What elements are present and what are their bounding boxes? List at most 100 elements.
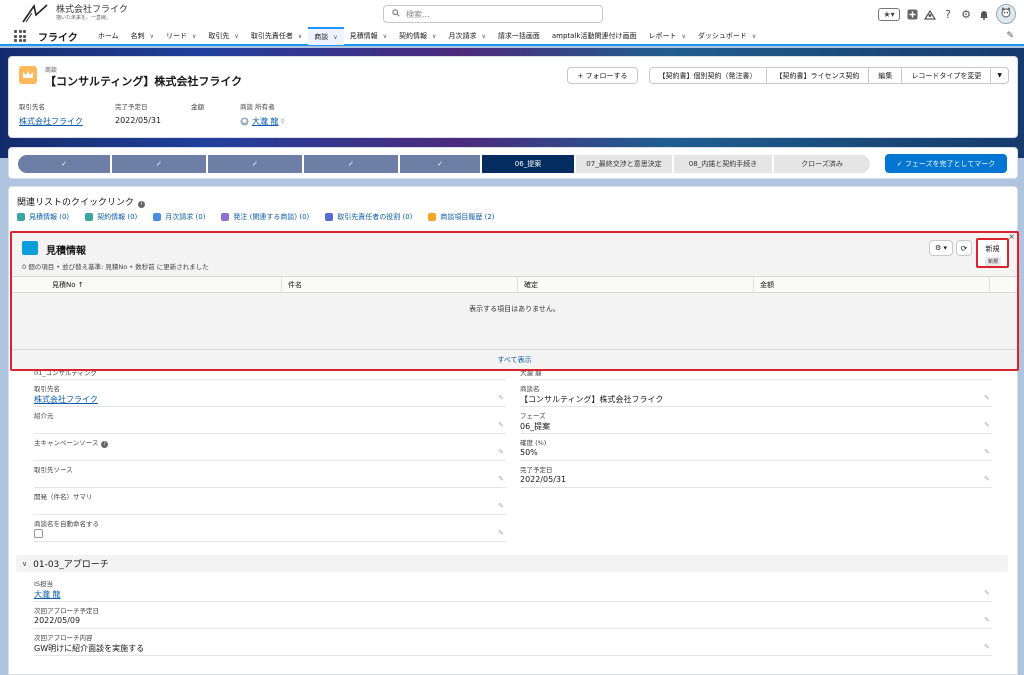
path-step[interactable]: ✓ (208, 155, 302, 173)
path-step[interactable]: 06_提案 (482, 155, 574, 173)
info-icon[interactable]: i (138, 201, 146, 208)
nav-item[interactable]: 取引先責任者 ∨ (245, 27, 308, 45)
popup-subtitle: 0 個の項目 • 並び替え基準: 見積No • 数秒前 に更新されました (22, 263, 209, 271)
view-all-link[interactable]: すべて表示 (12, 349, 1017, 369)
individual-contract-button[interactable]: 【契約書】個別契約（発注書） (648, 67, 767, 84)
quick-link[interactable]: 見積情報 (0) (17, 212, 69, 222)
edit-pencil-icon[interactable]: ✎ (498, 448, 504, 456)
edit-button[interactable]: 編集 (868, 67, 903, 84)
quick-link[interactable]: 発注 (関連する商談) (0) (221, 212, 309, 222)
edit-pencil-icon[interactable]: ✎ (984, 448, 990, 456)
chevron-down-icon[interactable]: ∨ (234, 33, 238, 40)
favorites-star-icon[interactable]: ★▾ (878, 7, 900, 21)
edit-pencil-icon[interactable]: ✎ (984, 589, 990, 597)
field-value: 50% (520, 448, 538, 457)
quick-link[interactable]: 商談項目履歴 (2) (428, 212, 495, 222)
edit-pencil-icon[interactable]: ✎ (984, 394, 990, 402)
global-add-icon[interactable] (906, 8, 918, 20)
mark-stage-complete-button[interactable]: ✓ フェーズを完了としてマーク (885, 154, 1007, 173)
path-step[interactable]: ✓ (112, 155, 206, 173)
help-icon[interactable]: ? (942, 8, 954, 21)
highlight-owner: 商談 所有者 大瀧 龍 ⚲ (240, 103, 285, 127)
nav-item[interactable]: 契約情報 ∨ (393, 27, 442, 45)
chevron-down-icon[interactable]: ∨ (432, 33, 436, 40)
owner-link[interactable]: 大瀧 龍 (252, 116, 279, 127)
field-value: 2022/05/31 (520, 475, 567, 484)
chevron-down-icon[interactable]: ∨ (481, 33, 485, 40)
auto-name-checkbox[interactable] (34, 529, 43, 538)
edit-pencil-icon[interactable]: ✎ (498, 475, 504, 483)
path-step[interactable]: ✓ (18, 155, 110, 173)
edit-pencil-icon[interactable]: ✎ (984, 643, 990, 651)
user-avatar[interactable] (996, 4, 1016, 24)
nav-item[interactable]: 商談 ∨ (308, 27, 344, 45)
notifications-bell-icon[interactable] (978, 8, 990, 20)
nav-item[interactable]: 請求一括画面 (492, 27, 546, 45)
account-link[interactable]: 株式会社フライク (19, 116, 83, 127)
quick-link[interactable]: 月次請求 (0) (153, 212, 205, 222)
edit-pencil-icon[interactable]: ✎ (984, 616, 990, 624)
edit-pencil-icon[interactable]: ✎ (498, 421, 504, 429)
global-search-input[interactable]: 検索... (383, 5, 603, 23)
edit-pencil-icon[interactable]: ✎ (498, 394, 504, 402)
opportunity-crown-icon (19, 66, 37, 84)
column-subject[interactable]: 件名 (282, 277, 518, 292)
related-list-icon (428, 213, 437, 221)
path-step[interactable]: ✓ (304, 155, 398, 173)
detail-field: 取引先ソース ✎ (34, 461, 506, 488)
list-settings-gear-icon[interactable]: ⚙ ▾ (929, 240, 953, 256)
path-step[interactable]: ✓ (400, 155, 480, 173)
change-record-type-button[interactable]: レコードタイプを変更 (901, 67, 992, 84)
detail-field: 商談名 【コンサルティング】株式会社フライク ✎ (520, 380, 992, 407)
refresh-icon[interactable]: ⟳ (956, 240, 972, 256)
nav-item[interactable]: リード ∨ (160, 27, 202, 45)
more-actions-chevron-icon[interactable]: ▼ (990, 67, 1009, 84)
path-step[interactable]: 07_最終交渉と意思決定 (576, 155, 672, 173)
company-logo[interactable]: 株式会社フライク 描いた未来を、一直線。 (20, 3, 128, 25)
field-link[interactable]: 大瀧 龍 (34, 589, 61, 600)
nav-item[interactable]: 取引先 ∨ (202, 27, 244, 45)
global-header: 株式会社フライク 描いた未来を、一直線。 検索... ★▾ ? ⚙ (0, 0, 1024, 28)
new-button[interactable]: 新規 新規 (976, 238, 1009, 268)
nav-item[interactable]: ホーム (92, 27, 125, 45)
chevron-down-icon[interactable]: ∨ (383, 33, 387, 40)
follow-button[interactable]: + フォローする (567, 67, 638, 84)
nav-item[interactable]: 見積情報 ∨ (344, 27, 393, 45)
edit-pencil-icon[interactable]: ✎ (498, 529, 504, 537)
column-amount[interactable]: 金額 (754, 277, 990, 292)
info-icon[interactable]: i (101, 441, 109, 448)
column-quote-no[interactable]: 見積No ↑ (12, 277, 282, 292)
nav-item[interactable]: ダッシュボード ∨ (692, 27, 762, 45)
nav-item[interactable]: amptalk活動関連付け画面 (546, 27, 643, 45)
trailhead-icon[interactable] (924, 8, 936, 20)
section-approach-header[interactable]: ∨ 01-03_アプローチ (16, 555, 1008, 572)
detail-field: 商談名を自動命名する ✎ (34, 515, 506, 542)
app-nav-bar: フライク ホーム 名刺 ∨ リード ∨ 取引先 ∨ 取引先責任者 ∨ 商談 ∨ 見積情報 ∨ 契約情報 ∨ 月… (0, 27, 1024, 46)
nav-item[interactable]: レポート ∨ (642, 27, 691, 45)
popup-title: 見積情報 (46, 246, 86, 257)
quick-link[interactable]: 契約情報 (0) (85, 212, 137, 222)
edit-pencil-icon[interactable]: ✎ (498, 502, 504, 510)
app-launcher-icon[interactable] (14, 30, 26, 42)
edit-pencil-icon[interactable]: ✎ (984, 421, 990, 429)
chevron-down-icon[interactable]: ∨ (333, 34, 337, 41)
quick-link[interactable]: 取引先責任者の役割 (0) (325, 212, 412, 222)
close-icon[interactable]: × (1008, 232, 1015, 241)
chevron-down-icon[interactable]: ∨ (681, 33, 685, 40)
license-contract-button[interactable]: 【契約書】ライセンス契約 (765, 67, 870, 84)
chevron-down-icon[interactable]: ∨ (192, 33, 196, 40)
record-header: 商談 【コンサルティング】株式会社フライク + フォローする 【契約書】個別契約… (8, 56, 1018, 138)
change-owner-icon[interactable]: ⚲ (281, 118, 285, 125)
nav-item[interactable]: 名刺 ∨ (125, 27, 160, 45)
chevron-down-icon[interactable]: ∨ (752, 33, 756, 40)
path-step[interactable]: 08_内諾と契約手続き (674, 155, 772, 173)
column-confirmed[interactable]: 確定 (518, 277, 754, 292)
path-step[interactable]: クローズ済み (774, 155, 870, 173)
edit-pencil-icon[interactable]: ✎ (984, 475, 990, 483)
nav-item[interactable]: 月次請求 ∨ (442, 27, 491, 45)
chevron-down-icon[interactable]: ∨ (150, 33, 154, 40)
edit-nav-pencil-icon[interactable]: ✎ (1006, 31, 1014, 41)
setup-gear-icon[interactable]: ⚙ (960, 8, 972, 21)
field-link[interactable]: 株式会社フライク (34, 394, 98, 405)
chevron-down-icon[interactable]: ∨ (298, 33, 302, 40)
